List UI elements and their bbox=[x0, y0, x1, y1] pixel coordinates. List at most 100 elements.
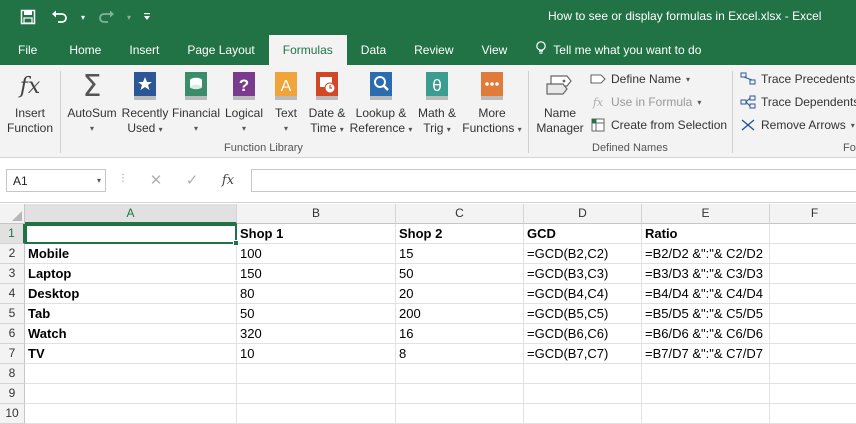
cell-b3[interactable]: 150 bbox=[237, 264, 396, 284]
create-from-selection-button[interactable]: Create from Selection bbox=[590, 115, 727, 135]
tab-formulas[interactable]: Formulas bbox=[268, 35, 347, 65]
row-header-2[interactable]: 2 bbox=[0, 244, 25, 264]
cell-f4[interactable] bbox=[770, 284, 856, 304]
cell-a1[interactable] bbox=[25, 224, 237, 244]
cell-c3[interactable]: 50 bbox=[396, 264, 524, 284]
lookup-reference-button[interactable]: Lookup & Reference ▾ bbox=[350, 69, 412, 141]
cell-d5[interactable]: =GCD(B5,C5) bbox=[524, 304, 642, 324]
define-name-button[interactable]: Define Name ▾ bbox=[590, 69, 690, 89]
column-header-d[interactable]: D bbox=[524, 204, 642, 224]
enter-check-icon[interactable]: ✓ bbox=[182, 171, 202, 189]
cell-e1[interactable]: Ratio bbox=[642, 224, 770, 244]
tab-review[interactable]: Review bbox=[400, 34, 467, 65]
row-header-7[interactable]: 7 bbox=[0, 344, 25, 364]
cell-b7[interactable]: 10 bbox=[237, 344, 396, 364]
tab-file[interactable]: File bbox=[0, 34, 55, 65]
row-header-6[interactable]: 6 bbox=[0, 324, 25, 344]
cell-e9[interactable] bbox=[642, 384, 770, 404]
tab-page-layout[interactable]: Page Layout bbox=[173, 34, 268, 65]
cell-e3[interactable]: =B3/D3 &":"& C3/D3 bbox=[642, 264, 770, 284]
chevron-down-icon[interactable]: ▾ bbox=[97, 176, 101, 185]
tab-data[interactable]: Data bbox=[347, 34, 400, 65]
formula-input[interactable] bbox=[251, 169, 856, 192]
cell-a3[interactable]: Laptop bbox=[25, 264, 237, 284]
cell-a10[interactable] bbox=[25, 404, 237, 424]
tab-home[interactable]: Home bbox=[55, 34, 115, 65]
tab-insert[interactable]: Insert bbox=[115, 34, 173, 65]
cell-b2[interactable]: 100 bbox=[237, 244, 396, 264]
cancel-icon[interactable]: ✕ bbox=[146, 171, 166, 189]
insert-function-button[interactable]: fx Insert Function bbox=[4, 69, 56, 141]
cell-a5[interactable]: Tab bbox=[25, 304, 237, 324]
financial-button[interactable]: Financial ▾ bbox=[170, 69, 222, 141]
cell-f10[interactable] bbox=[770, 404, 856, 424]
save-icon[interactable] bbox=[12, 0, 44, 34]
cell-c7[interactable]: 8 bbox=[396, 344, 524, 364]
cell-f1[interactable] bbox=[770, 224, 856, 244]
autosum-button[interactable]: Σ AutoSum ▾ bbox=[64, 69, 120, 141]
row-header-4[interactable]: 4 bbox=[0, 284, 25, 304]
cell-e10[interactable] bbox=[642, 404, 770, 424]
column-header-c[interactable]: C bbox=[396, 204, 524, 224]
cell-c5[interactable]: 200 bbox=[396, 304, 524, 324]
cell-f8[interactable] bbox=[770, 364, 856, 384]
trace-precedents-button[interactable]: Trace Precedents bbox=[740, 69, 855, 89]
cell-d2[interactable]: =GCD(B2,C2) bbox=[524, 244, 642, 264]
cell-d3[interactable]: =GCD(B3,C3) bbox=[524, 264, 642, 284]
cell-d10[interactable] bbox=[524, 404, 642, 424]
worksheet-grid[interactable]: A B C D E F 1 Shop 1 Shop 2 GCD Ratio 2 Mobile 100 15 =… bbox=[0, 204, 856, 424]
row-header-5[interactable]: 5 bbox=[0, 304, 25, 324]
cell-a9[interactable] bbox=[25, 384, 237, 404]
logical-button[interactable]: ? Logical ▾ bbox=[222, 69, 266, 141]
cell-e4[interactable]: =B4/D4 &":"& C4/D4 bbox=[642, 284, 770, 304]
cell-c8[interactable] bbox=[396, 364, 524, 384]
cell-b5[interactable]: 50 bbox=[237, 304, 396, 324]
cell-f7[interactable] bbox=[770, 344, 856, 364]
column-header-b[interactable]: B bbox=[237, 204, 396, 224]
cell-c6[interactable]: 16 bbox=[396, 324, 524, 344]
cell-a7[interactable]: TV bbox=[25, 344, 237, 364]
cell-e5[interactable]: =B5/D5 &":"& C5/D5 bbox=[642, 304, 770, 324]
cell-a4[interactable]: Desktop bbox=[25, 284, 237, 304]
trace-dependents-button[interactable]: Trace Dependents bbox=[740, 92, 856, 112]
cell-f5[interactable] bbox=[770, 304, 856, 324]
text-button[interactable]: A Text ▾ bbox=[268, 69, 304, 141]
remove-arrows-button[interactable]: Remove Arrows ▾ bbox=[740, 115, 855, 135]
use-in-formula-button[interactable]: fx Use in Formula ▾ bbox=[590, 92, 702, 112]
recently-used-button[interactable]: Recently Used ▾ bbox=[120, 69, 170, 141]
row-header-3[interactable]: 3 bbox=[0, 264, 25, 284]
date-time-button[interactable]: Date & Time ▾ bbox=[304, 69, 350, 141]
cell-b10[interactable] bbox=[237, 404, 396, 424]
name-manager-button[interactable]: Name Manager bbox=[534, 69, 586, 141]
redo-icon[interactable] bbox=[90, 0, 122, 34]
row-header-10[interactable]: 10 bbox=[0, 404, 25, 424]
cell-a6[interactable]: Watch bbox=[25, 324, 237, 344]
redo-dropdown-icon[interactable]: ▾ bbox=[122, 0, 136, 34]
math-trig-button[interactable]: θ Math & Trig ▾ bbox=[412, 69, 462, 141]
cell-d6[interactable]: =GCD(B6,C6) bbox=[524, 324, 642, 344]
more-functions-button[interactable]: More Functions ▾ bbox=[462, 69, 522, 141]
cell-d8[interactable] bbox=[524, 364, 642, 384]
cell-c10[interactable] bbox=[396, 404, 524, 424]
formula-bar-grip-icon[interactable]: ⋮ bbox=[118, 173, 128, 184]
cell-e8[interactable] bbox=[642, 364, 770, 384]
row-header-9[interactable]: 9 bbox=[0, 384, 25, 404]
cell-f6[interactable] bbox=[770, 324, 856, 344]
cell-c1[interactable]: Shop 2 bbox=[396, 224, 524, 244]
cell-c4[interactable]: 20 bbox=[396, 284, 524, 304]
customize-qat-icon[interactable] bbox=[136, 0, 158, 34]
cell-b1[interactable]: Shop 1 bbox=[237, 224, 396, 244]
cell-f9[interactable] bbox=[770, 384, 856, 404]
undo-dropdown-icon[interactable]: ▾ bbox=[76, 0, 90, 34]
cell-f2[interactable] bbox=[770, 244, 856, 264]
tab-view[interactable]: View bbox=[468, 34, 522, 65]
tell-me-box[interactable]: Tell me what you want to do bbox=[521, 34, 701, 65]
cell-d4[interactable]: =GCD(B4,C4) bbox=[524, 284, 642, 304]
column-header-e[interactable]: E bbox=[642, 204, 770, 224]
name-box[interactable]: A1 ▾ bbox=[6, 169, 106, 192]
row-header-1[interactable]: 1 bbox=[0, 224, 25, 244]
cell-c9[interactable] bbox=[396, 384, 524, 404]
cell-d9[interactable] bbox=[524, 384, 642, 404]
fill-handle[interactable] bbox=[233, 240, 239, 246]
cell-e7[interactable]: =B7/D7 &":"& C7/D7 bbox=[642, 344, 770, 364]
